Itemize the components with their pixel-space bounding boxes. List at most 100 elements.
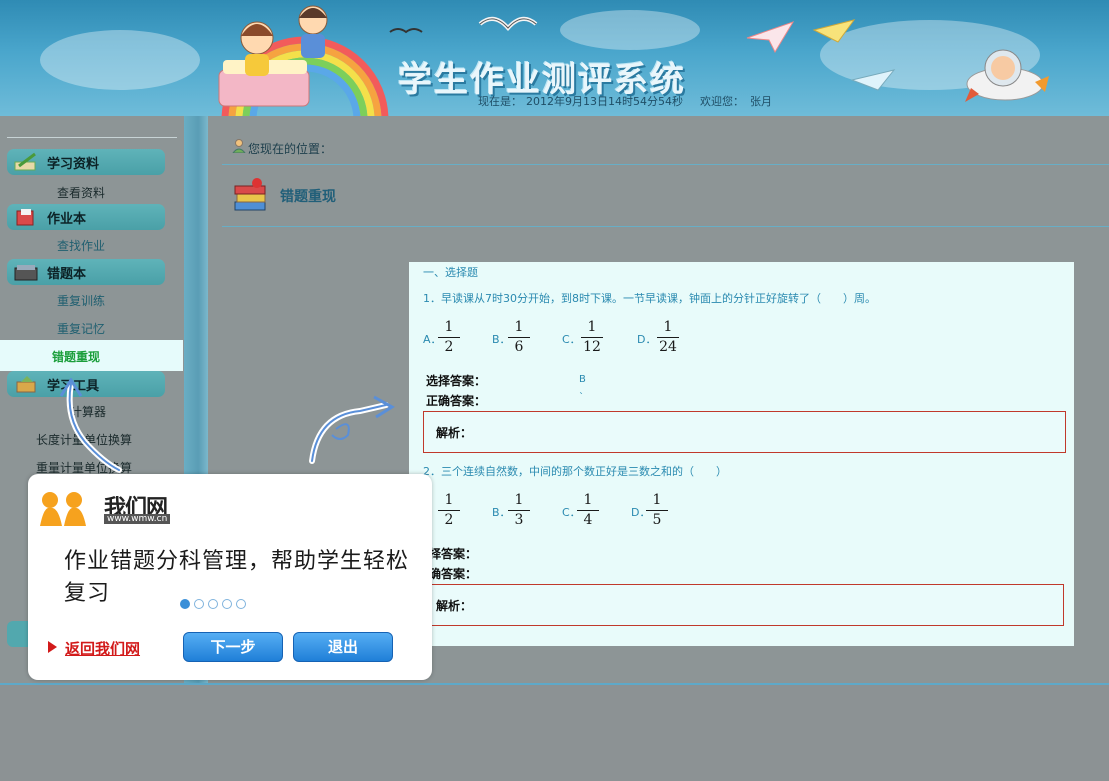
analysis-box: 解析： (423, 411, 1066, 453)
fraction-denominator: 4 (583, 512, 593, 528)
user-name: 张月 (750, 95, 772, 108)
app-window: 学生作业测评系统 现在是： 2012年9月13日14时54分54秒 欢迎您： 张月 … (0, 0, 1109, 781)
seagull-icon (478, 16, 538, 32)
user-location-icon (232, 139, 246, 153)
option-b-fraction[interactable]: 13 (508, 492, 530, 528)
fraction-bar (657, 337, 679, 338)
welcome-user: 欢迎您： 张月 (700, 93, 772, 109)
sidebar-item-repeat-memory[interactable]: 重复记忆 (57, 320, 105, 337)
back-link-label: 返回我们网 (65, 640, 141, 658)
fraction-numerator: 1 (514, 319, 524, 335)
selected-answer-label: 选择答案： (426, 374, 487, 388)
sidebar-item-label: 错题重现 (52, 350, 101, 364)
sidebar-item-repeat-training[interactable]: 重复训练 (57, 292, 105, 309)
question-2-text: 2．三个连续自然数，中间的那个数正好是三数之和的（ ） (423, 465, 727, 478)
fraction-numerator: 1 (663, 319, 673, 335)
fraction-numerator: 1 (587, 319, 597, 335)
option-a-fraction[interactable]: 12 (438, 319, 460, 355)
step-dot[interactable] (194, 599, 204, 609)
option-c-fraction[interactable]: 14 (577, 492, 599, 528)
selected-answer-label: 择答案： (429, 547, 478, 561)
seagull-icon (389, 28, 423, 34)
play-arrow-icon (48, 641, 57, 653)
paper-plane-icon (746, 21, 795, 54)
option-c-fraction[interactable]: 1 12 (581, 319, 603, 355)
step-dot[interactable] (222, 599, 232, 609)
guide-arrow-icon (59, 378, 122, 473)
pencil-book-icon (14, 152, 36, 171)
option-b-fraction[interactable]: 16 (508, 319, 530, 355)
step-dot[interactable] (236, 599, 246, 609)
paper-plane-icon (812, 19, 856, 43)
question-1-text: 1．早读课从7时30分开始，到8时下课。一节早读课，钟面上的分针正好旋转了（ ）… (423, 292, 876, 305)
sidebar-item-mistake-review[interactable]: 错题重现 (0, 340, 183, 371)
step-dot[interactable] (208, 599, 218, 609)
page-title: 错题重现 (280, 189, 336, 205)
fraction-denominator: 2 (444, 339, 454, 355)
paper-plane-icon (850, 69, 896, 91)
time-label: 现在是： (478, 95, 522, 108)
analysis-label: 解析： (436, 426, 473, 440)
sidebar-item-find-homework[interactable]: 查找作业 (57, 237, 105, 254)
astronaut-rocket-icon (965, 49, 1049, 102)
fraction-bar (508, 337, 530, 338)
option-d-letter: D． (637, 333, 657, 346)
time-value: 2012年9月13日14时54分54秒 (526, 95, 683, 108)
sidebar-category-study-materials[interactable]: 学习资料 (7, 149, 165, 175)
sidebar-category-label: 学习资料 (47, 157, 100, 172)
fraction-denominator: 6 (514, 339, 524, 355)
rainbow-kids-illustration (218, 5, 389, 116)
fraction-numerator: 1 (444, 319, 454, 335)
step-indicator (180, 594, 250, 613)
homework-book-icon (16, 209, 34, 226)
header-banner: 学生作业测评系统 现在是： 2012年9月13日14时54分54秒 欢迎您： 张月 (0, 0, 1109, 116)
correct-answer-label: 确答案： (429, 567, 478, 581)
analysis-label: 解析： (436, 599, 473, 613)
correct-answer-value: ` (579, 392, 584, 403)
guide-arrow-icon (309, 395, 395, 464)
welcome-label: 欢迎您： (700, 95, 744, 108)
fraction-denominator: 2 (444, 512, 454, 528)
option-a-fraction[interactable]: 12 (438, 492, 460, 528)
next-step-button[interactable]: 下一步 (183, 632, 283, 662)
section-title: 一、选择题 (423, 266, 478, 279)
breadcrumb: 您现在的位置： (248, 142, 333, 156)
fraction-bar (581, 337, 603, 338)
sidebar-category-label: 错题本 (47, 267, 87, 282)
sidebar-category-label: 作业本 (47, 212, 87, 227)
fraction-numerator: 1 (514, 492, 524, 508)
notebook-icon (14, 265, 38, 281)
heading-divider (222, 226, 1109, 227)
guide-popup: 我们网 www.wmw.cn 作业错题分科管理，帮助学生轻松复习 返回我们网 下… (28, 474, 432, 680)
back-to-site-link[interactable]: 返回我们网 (48, 638, 140, 659)
tools-icon (16, 376, 36, 393)
fraction-denominator: 12 (583, 339, 601, 355)
fraction-denominator: 3 (514, 512, 524, 528)
step-dot[interactable] (180, 599, 190, 609)
sidebar-divider (7, 137, 177, 138)
analysis-box: 解析： (423, 584, 1064, 626)
sidebar-item-view-materials[interactable]: 查看资料 (57, 184, 105, 201)
correct-answer-label: 正确答案： (426, 394, 487, 408)
fraction-denominator: 24 (659, 339, 677, 355)
books-icon (234, 178, 266, 211)
sidebar-category-mistakes[interactable]: 错题本 (7, 259, 165, 285)
option-c-letter: C． (562, 333, 581, 346)
brand-url: www.wmw.cn (104, 514, 171, 524)
breadcrumb-divider (222, 164, 1109, 165)
current-time: 现在是： 2012年9月13日14时54分54秒 (478, 93, 687, 109)
fraction-numerator: 1 (652, 492, 662, 508)
fraction-bar (438, 337, 460, 338)
question-panel: 一、选择题 1．早读课从7时30分开始，到8时下课。一节早读课，钟面上的分针正好… (409, 262, 1074, 646)
option-d-fraction[interactable]: 1 24 (657, 319, 679, 355)
selected-answer-value: B (579, 374, 586, 385)
footer-divider (0, 683, 1109, 685)
exit-button[interactable]: 退出 (293, 632, 393, 662)
fraction-bar (577, 510, 599, 511)
option-d-fraction[interactable]: 15 (646, 492, 668, 528)
fraction-bar (438, 510, 460, 511)
fraction-denominator: 5 (652, 512, 662, 528)
fraction-bar (508, 510, 530, 511)
sidebar-category-homework[interactable]: 作业本 (7, 204, 165, 230)
fraction-numerator: 1 (583, 492, 593, 508)
